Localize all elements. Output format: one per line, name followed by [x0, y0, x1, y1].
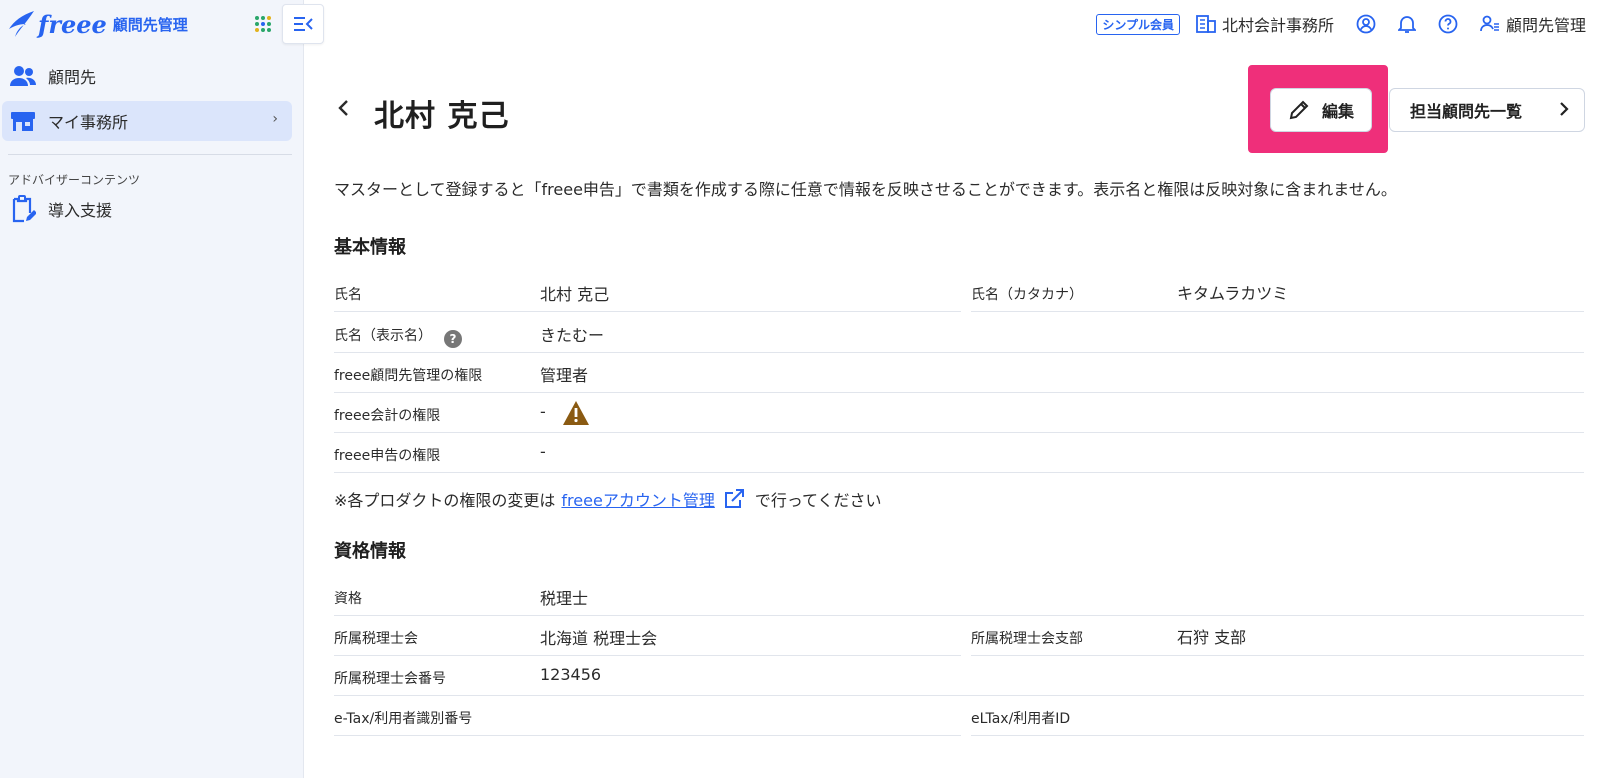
- chevron-right-icon: [1558, 99, 1570, 124]
- edit-button-label: 編集: [1321, 102, 1354, 121]
- note-prefix: ※各プロダクトの権限の変更は: [334, 491, 556, 510]
- field-label: 資格: [334, 591, 362, 607]
- help-circle-icon[interactable]: ?: [444, 330, 462, 348]
- user-settings-icon: [1480, 15, 1499, 32]
- field-label: 氏名（カタカナ）: [971, 287, 1083, 303]
- sidebar-section-heading: アドバイザーコンテンツ: [8, 173, 141, 187]
- basic-info-title: 基本情報: [334, 237, 406, 258]
- building-icon: [1196, 15, 1216, 33]
- sidebar-item-label: マイ事務所: [48, 113, 129, 132]
- page-description: マスターとして登録すると「freee申告」で書類を作成する際に任意で情報を反映さ…: [334, 180, 1397, 199]
- sidebar-item-clients[interactable]: 顧問先: [2, 56, 292, 96]
- edit-button[interactable]: 編集: [1270, 88, 1372, 132]
- field-value: きたむー: [540, 326, 605, 345]
- field-label: freee申告の権限: [334, 448, 441, 464]
- field-value: 管理者: [540, 366, 589, 385]
- field-label: freee会計の権限: [334, 408, 441, 424]
- bird-icon: [9, 11, 34, 37]
- field-row-tax-association-number: 所属税理士会番号 123456: [334, 656, 1584, 696]
- chevron-right-icon: ›: [272, 111, 278, 127]
- page-title: 北村 克己: [374, 99, 510, 134]
- sidebar-item-onboarding[interactable]: 導入支援: [2, 189, 292, 229]
- plan-badge: シンプル会員: [1096, 13, 1180, 35]
- back-arrow-icon[interactable]: [334, 96, 358, 120]
- account-icon[interactable]: [1356, 14, 1376, 34]
- field-row-etax-id: e-Tax/利用者識別番号: [334, 696, 961, 736]
- field-label: 氏名（表示名）?: [334, 325, 462, 348]
- assigned-clients-label: 担当顧問先一覧: [1410, 102, 1523, 121]
- field-value: キタムラカツミ: [1177, 284, 1289, 303]
- users-icon: [8, 61, 38, 91]
- sidebar-divider: [8, 154, 292, 155]
- office-switcher[interactable]: 北村会計事務所: [1196, 12, 1334, 36]
- user-menu[interactable]: 顧問先管理: [1480, 12, 1586, 36]
- field-value: 北海道 税理士会: [540, 629, 658, 648]
- note-suffix: で行ってください: [754, 491, 882, 510]
- product-name: 顧問先管理: [112, 15, 188, 34]
- field-label: 氏名: [334, 287, 362, 303]
- office-icon: [8, 106, 38, 136]
- top-header: シンプル会員 北村会計事務所 顧問先管理: [1096, 10, 1586, 38]
- field-label: eLTax/利用者ID: [971, 711, 1071, 727]
- field-row-tax-filing-permission: freee申告の権限 -: [334, 433, 1584, 473]
- field-value: -: [540, 402, 546, 421]
- clipboard-edit-icon: [8, 194, 38, 224]
- assigned-clients-button[interactable]: 担当顧問先一覧: [1389, 88, 1585, 132]
- sidebar-item-my-office[interactable]: マイ事務所 ›: [2, 101, 292, 141]
- sidebar-item-label: 導入支援: [48, 201, 113, 220]
- field-row-management-permission: freee顧問先管理の権限 管理者: [334, 353, 1584, 393]
- field-value: 税理士: [540, 589, 589, 608]
- notification-bell-icon[interactable]: [1397, 14, 1416, 34]
- field-row-display-name: 氏名（表示名）? きたむー: [334, 313, 1584, 353]
- field-value: 北村 克己: [540, 285, 610, 304]
- field-row-tax-association-branch: 所属税理士会支部 石狩 支部: [971, 616, 1584, 656]
- office-name: 北村会計事務所: [1221, 16, 1334, 35]
- qualification-title: 資格情報: [334, 541, 406, 562]
- logo-text: freee: [38, 9, 107, 39]
- account-label: 顧問先管理: [1505, 16, 1586, 35]
- field-value: -: [540, 442, 546, 461]
- top-left-bar: freee 顧問先管理: [0, 0, 324, 46]
- freee-logo[interactable]: freee 顧問先管理: [8, 8, 188, 40]
- field-label: e-Tax/利用者識別番号: [334, 711, 473, 727]
- app-launcher-icon[interactable]: [254, 15, 272, 33]
- collapse-sidebar-button[interactable]: [282, 4, 324, 44]
- help-icon[interactable]: [1438, 14, 1458, 34]
- field-label: 所属税理士会番号: [334, 671, 446, 687]
- field-label: freee顧問先管理の権限: [334, 368, 483, 384]
- field-row-eltax-id: eLTax/利用者ID: [971, 696, 1584, 736]
- pencil-icon: [1289, 100, 1309, 120]
- sidebar: 顧問先 マイ事務所 › アドバイザーコンテンツ 導入支援: [0, 0, 304, 778]
- field-row-tax-association: 所属税理士会 北海道 税理士会: [334, 616, 961, 656]
- account-management-link[interactable]: freeeアカウント管理: [561, 487, 714, 511]
- field-row-accounting-permission: freee会計の権限 -: [334, 393, 1584, 433]
- permission-note: ※各プロダクトの権限の変更は freeeアカウント管理 で行ってください: [334, 487, 882, 511]
- field-value: 123456: [540, 665, 602, 684]
- field-row-name-kana: 氏名（カタカナ） キタムラカツミ: [971, 272, 1584, 312]
- external-link-icon[interactable]: [723, 488, 745, 510]
- collapse-menu-icon: [294, 17, 313, 31]
- warning-icon[interactable]: [562, 400, 590, 430]
- sidebar-item-label: 顧問先: [48, 68, 97, 87]
- field-value: 石狩 支部: [1177, 628, 1247, 647]
- field-row-name: 氏名 北村 克己: [334, 272, 961, 312]
- field-row-qualification: 資格 税理士: [334, 576, 1584, 616]
- field-label: 所属税理士会支部: [971, 631, 1083, 647]
- field-label: 所属税理士会: [334, 631, 418, 647]
